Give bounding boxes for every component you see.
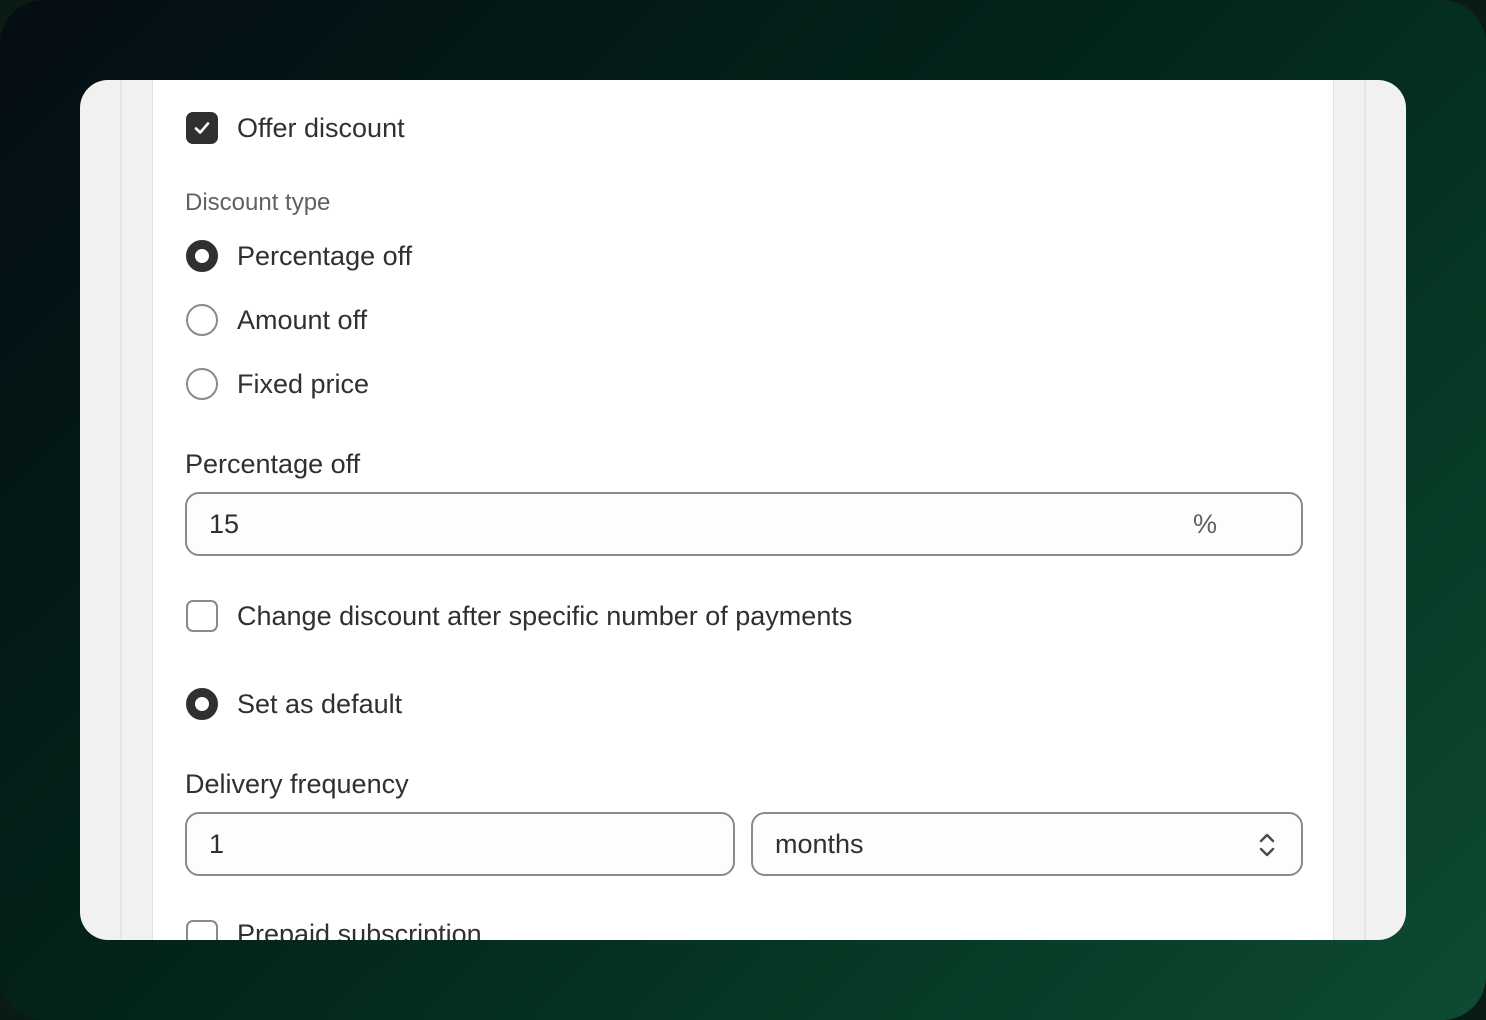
app-window: Offer discount Discount type Percentage … xyxy=(80,80,1406,940)
delivery-unit-select[interactable]: months xyxy=(751,812,1303,876)
set-as-default-radio[interactable] xyxy=(186,688,218,720)
change-discount-label: Change discount after specific number of… xyxy=(237,601,853,631)
change-discount-checkbox[interactable] xyxy=(186,600,218,632)
delivery-interval-value: 1 xyxy=(209,829,225,859)
left-divider xyxy=(120,80,122,940)
radio-percentage-off-label: Percentage off xyxy=(237,241,413,271)
percent-suffix: % xyxy=(1193,509,1218,539)
offer-discount-checkbox[interactable] xyxy=(186,112,218,144)
delivery-interval-input[interactable]: 1 xyxy=(185,812,735,876)
percentage-off-input[interactable]: 15 % xyxy=(185,492,1303,556)
percentage-off-field-label: Percentage off xyxy=(185,449,361,479)
right-divider xyxy=(1364,80,1366,940)
prepaid-subscription-checkbox[interactable] xyxy=(186,920,218,940)
selling-plan-card: Offer discount Discount type Percentage … xyxy=(152,80,1334,940)
discount-type-label: Discount type xyxy=(185,189,331,216)
set-as-default-label: Set as default xyxy=(237,689,403,719)
checkmark-icon xyxy=(194,122,210,134)
delivery-unit-value: months xyxy=(775,829,864,859)
radio-fixed-price-label: Fixed price xyxy=(237,369,370,399)
chevron-up-down-icon xyxy=(1259,833,1275,857)
offer-discount-label: Offer discount xyxy=(237,113,405,143)
delivery-frequency-label: Delivery frequency xyxy=(185,769,409,799)
screenshot-frame: Offer discount Discount type Percentage … xyxy=(0,0,1486,1020)
radio-amount-off-label: Amount off xyxy=(237,305,368,335)
radio-amount-off[interactable] xyxy=(186,304,218,336)
radio-percentage-off[interactable] xyxy=(186,240,218,272)
percentage-off-value: 15 xyxy=(209,509,240,539)
radio-fixed-price[interactable] xyxy=(186,368,218,400)
prepaid-subscription-label: Prepaid subscription xyxy=(237,919,482,940)
